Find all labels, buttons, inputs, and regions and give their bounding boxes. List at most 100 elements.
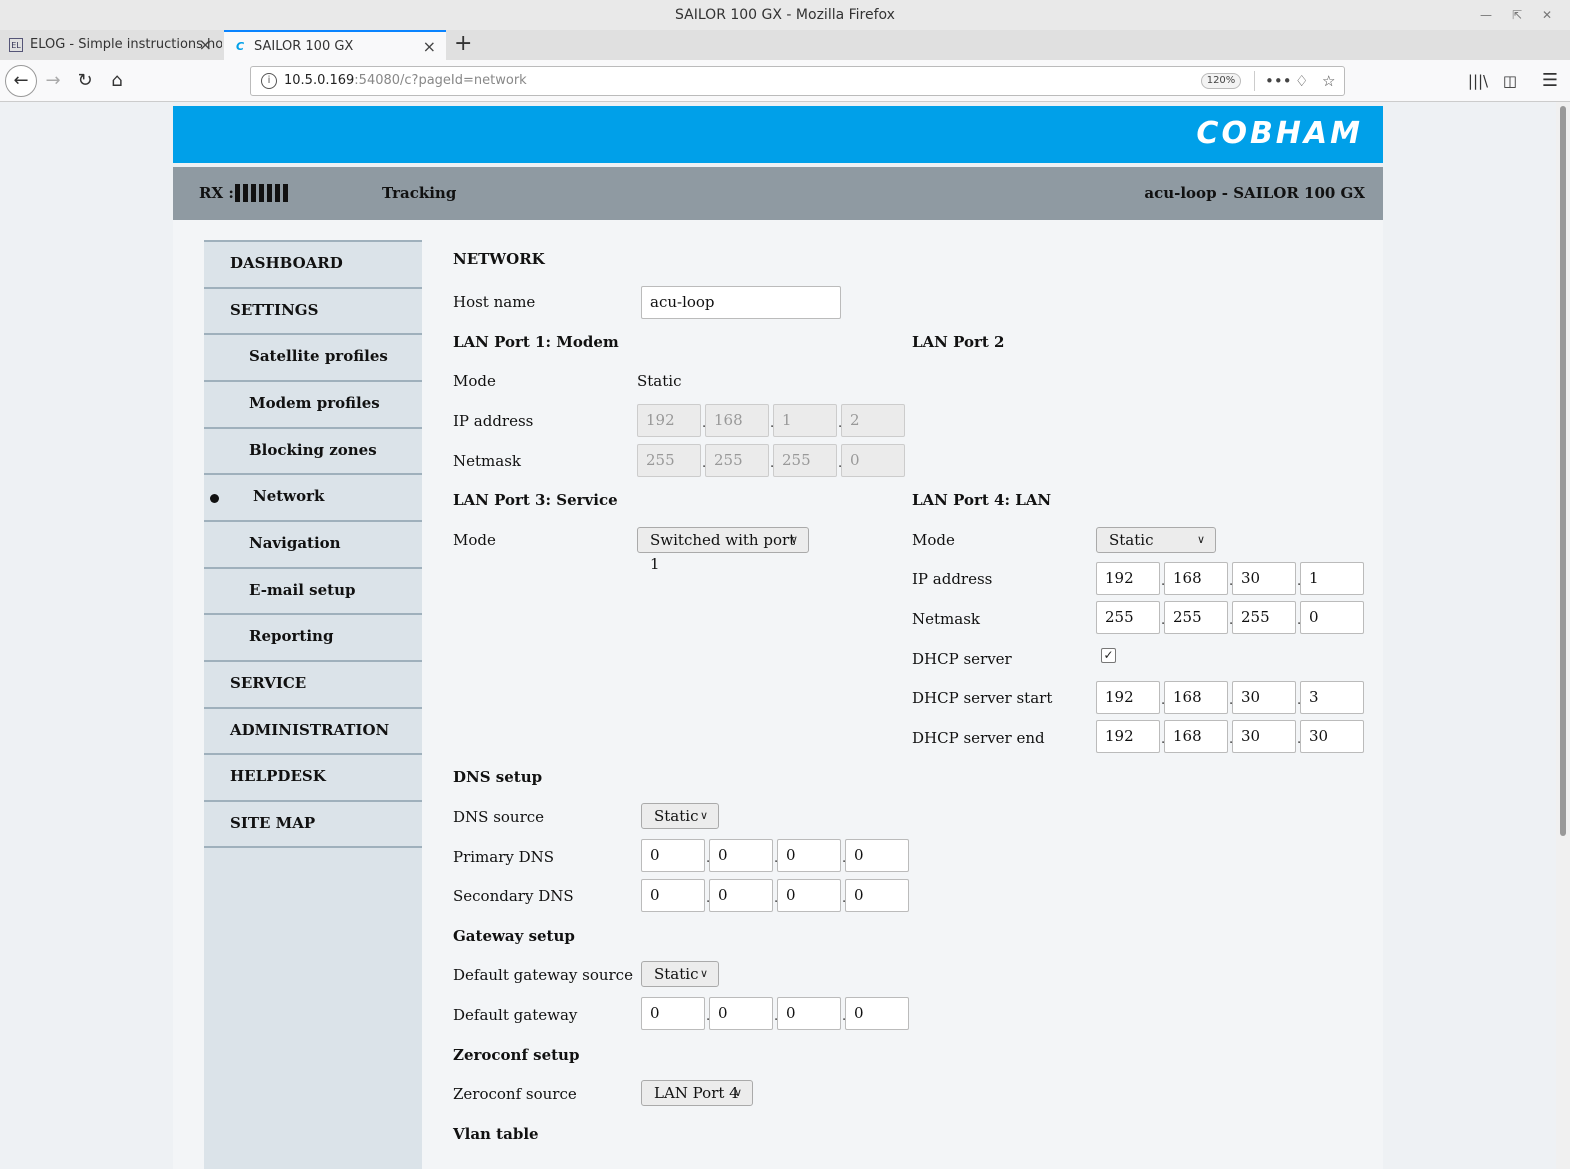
ip-octet-input[interactable]: 192 (1096, 681, 1160, 714)
lan1-ip-label: IP address (453, 412, 534, 430)
ip-octet-input[interactable]: 0 (777, 839, 841, 872)
menu-email-setup[interactable]: E-mail setup (204, 566, 422, 614)
menu-label: SITE MAP (230, 814, 316, 832)
menu-dashboard[interactable]: DASHBOARD (204, 240, 422, 287)
menu-navigation[interactable]: Navigation (204, 520, 422, 567)
lan1-mode-value: Static (637, 372, 682, 390)
site-info-icon[interactable]: i (261, 73, 277, 89)
page-title: NETWORK (453, 250, 545, 268)
ip-octet-input[interactable]: 0 (709, 997, 773, 1030)
ip-octet-input[interactable]: 168 (1164, 562, 1228, 595)
dns-source-select[interactable]: Static ∨ (641, 803, 719, 829)
menu-helpdesk[interactable]: HELPDESK (204, 753, 422, 800)
menu-blocking-zones[interactable]: Blocking zones (204, 426, 422, 474)
new-tab-icon[interactable]: + (454, 30, 472, 58)
menu-label: DASHBOARD (230, 254, 343, 272)
ip-octet-input[interactable]: 0 (641, 997, 705, 1030)
ip-octet-input[interactable]: 192 (1096, 720, 1160, 753)
tracking-status: Tracking (382, 184, 457, 202)
dhcp-server-checkbox[interactable]: ✓ (1101, 648, 1116, 663)
ip-octet-input[interactable]: 0 (1300, 601, 1364, 634)
menu-modem-profiles[interactable]: Modem profiles (204, 380, 422, 427)
sidebar-toggle-icon[interactable]: ◫ (1500, 60, 1520, 102)
select-value: Switched with port 1 (650, 531, 796, 573)
zeroconf-source-label: Zeroconf source (453, 1085, 577, 1103)
ip-octet-input[interactable]: 0 (777, 997, 841, 1030)
menu-reporting[interactable]: Reporting (204, 613, 422, 660)
ip-octet-input[interactable]: 255 (1164, 601, 1228, 634)
menu-label: SERVICE (230, 674, 307, 692)
host-name-label: Host name (453, 293, 536, 311)
ip-octet-input[interactable]: 168 (1164, 720, 1228, 753)
ip-octet-input: 1 (773, 404, 837, 437)
menu-administration[interactable]: ADMINISTRATION (204, 706, 422, 754)
page-actions-icon[interactable]: ••• (1265, 67, 1292, 95)
home-icon[interactable]: ⌂ (107, 60, 127, 102)
menu-label: Blocking zones (249, 440, 377, 459)
minimize-icon[interactable]: — (1480, 0, 1492, 30)
lan4-title: LAN Port 4: LAN (912, 491, 1052, 509)
ip-octet-input[interactable]: 0 (641, 839, 705, 872)
ip-octet-input[interactable]: 30 (1232, 562, 1296, 595)
ip-octet-input[interactable]: 30 (1232, 720, 1296, 753)
bookmark-star-icon[interactable]: ☆ (1322, 67, 1335, 95)
page-scrollbar[interactable] (1556, 102, 1570, 1169)
library-icon[interactable]: |||\ (1466, 60, 1490, 102)
ip-octet-input[interactable]: 1 (1300, 562, 1364, 595)
menu-network[interactable]: Network (204, 473, 422, 520)
rx-signal-bars (235, 184, 291, 206)
menu-satellite-profiles[interactable]: Satellite profiles (204, 333, 422, 380)
close-tab-icon[interactable]: × (199, 30, 212, 60)
ip-octet-input[interactable]: 30 (1232, 681, 1296, 714)
back-arrow-icon[interactable]: ← (5, 65, 37, 97)
vlan-table-title: Vlan table (453, 1125, 539, 1143)
url-bar[interactable]: i 10.5.0.169:54080/c?pageId=network 120%… (250, 66, 1345, 96)
url-text[interactable]: 10.5.0.169:54080/c?pageId=network (284, 67, 527, 95)
ip-octet-input[interactable]: 168 (1164, 681, 1228, 714)
ip-octet-input[interactable]: 30 (1300, 720, 1364, 753)
host-name-input[interactable]: acu-loop (641, 286, 841, 319)
menu-service[interactable]: SERVICE (204, 660, 422, 707)
gateway-source-select[interactable]: Static ∨ (641, 961, 719, 987)
close-tab-icon[interactable]: × (423, 32, 436, 60)
menu-settings[interactable]: SETTINGS (204, 286, 422, 334)
menu-site-map[interactable]: SITE MAP (204, 800, 422, 847)
lan4-mode-select[interactable]: Static ∨ (1096, 527, 1216, 553)
ip-octet-input[interactable]: 0 (777, 879, 841, 912)
lan1-netmask-label: Netmask (453, 452, 521, 470)
scrollbar-thumb[interactable] (1560, 106, 1566, 836)
zoom-level-badge[interactable]: 120% (1201, 73, 1241, 89)
rx-bar (235, 184, 240, 202)
menu-label: HELPDESK (230, 767, 326, 786)
zeroconf-source-select[interactable]: LAN Port 4 ∨ (641, 1080, 753, 1106)
ip-octet-input[interactable]: 0 (845, 997, 909, 1030)
ip-octet-input[interactable]: 192 (1096, 562, 1160, 595)
menu-label: ADMINISTRATION (230, 720, 390, 739)
hamburger-menu-icon[interactable]: ☰ (1540, 60, 1560, 102)
url-separator (1254, 71, 1255, 91)
reload-icon[interactable]: ↻ (75, 60, 95, 102)
ip-octet-input[interactable]: 0 (709, 879, 773, 912)
maximize-icon[interactable]: ⇱ (1512, 0, 1522, 30)
ip-octet-input[interactable]: 255 (1096, 601, 1160, 634)
pocket-icon[interactable]: ♢ (1295, 67, 1308, 95)
tab-sailor[interactable]: C SAILOR 100 GX × (224, 30, 446, 60)
lan3-mode-select[interactable]: Switched with port 1 ∨ (637, 527, 809, 573)
rx-bar (267, 184, 272, 202)
sidebar-menu: DASHBOARD SETTINGS Satellite profiles Mo… (204, 240, 422, 1169)
ip-octet-input[interactable]: 0 (709, 839, 773, 872)
ip-octet-input[interactable]: 3 (1300, 681, 1364, 714)
chevron-down-icon: ∨ (699, 967, 708, 980)
ip-octet-input[interactable]: 0 (641, 879, 705, 912)
forward-arrow-icon[interactable]: → (43, 60, 63, 102)
close-window-icon[interactable]: ✕ (1542, 0, 1552, 30)
lan4-netmask-label: Netmask (912, 610, 980, 628)
device-name: acu-loop - SAILOR 100 GX (1144, 184, 1365, 202)
tab-elog[interactable]: EL ELOG - Simple instructions ho × (0, 30, 222, 60)
ip-octet-input: 192 (637, 404, 701, 437)
lan1-mode-label: Mode (453, 372, 496, 390)
ip-octet-input[interactable]: 0 (845, 879, 909, 912)
ip-octet-input[interactable]: 255 (1232, 601, 1296, 634)
lan4-mode-label: Mode (912, 531, 955, 549)
ip-octet-input[interactable]: 0 (845, 839, 909, 872)
